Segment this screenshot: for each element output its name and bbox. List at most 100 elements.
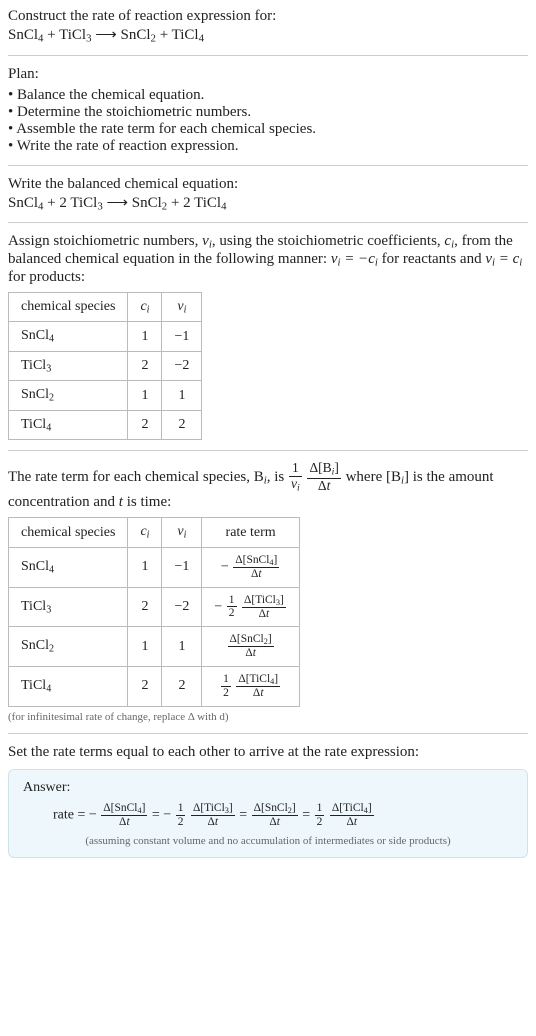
col-c: ci: [128, 518, 162, 548]
intro-block: Construct the rate of reaction expressio…: [8, 8, 528, 45]
cell-species: SnCl2: [9, 381, 128, 411]
frac-num: Δ[TiCl4]: [330, 802, 374, 816]
equals: =: [239, 807, 250, 822]
cell-c: 1: [128, 381, 162, 411]
nu-symbol: νi: [202, 233, 212, 249]
sign: −: [214, 599, 222, 614]
cell-rate: − 1 2 Δ[TiCl3] Δt: [202, 587, 299, 627]
balanced-heading: Write the balanced chemical equation:: [8, 176, 528, 193]
frac-den: Δt: [252, 816, 298, 829]
frac-num: Δ[Bi]: [307, 461, 340, 479]
cell-species: TiCl3: [9, 351, 128, 381]
frac-den: 2: [227, 607, 237, 620]
relation-reactants: νi = −ci: [331, 251, 378, 267]
frac-den: Δt: [233, 568, 279, 581]
cell-c: 2: [128, 351, 162, 381]
cell-rate: − Δ[SnCl4] Δt: [202, 547, 299, 587]
col-rate: rate term: [202, 518, 299, 548]
frac-den: Δt: [307, 479, 340, 494]
bracket-b: [Bi]: [386, 469, 409, 485]
final-heading: Set the rate terms equal to each other t…: [8, 744, 528, 761]
col-nu: νi: [162, 292, 202, 322]
cell-c: 1: [128, 627, 162, 667]
plan-item: Balance the chemical equation.: [8, 87, 528, 104]
coef-frac: 1 2: [176, 802, 186, 828]
col-species: chemical species: [9, 518, 128, 548]
cell-species: TiCl3: [9, 587, 128, 627]
text: where: [346, 469, 386, 485]
delta-frac: Δ[TiCl3] Δt: [191, 802, 235, 829]
coef-frac: 1 νi: [289, 461, 302, 494]
equals: =: [152, 807, 163, 822]
table-row: TiCl3 2 −2 − 1 2 Δ[TiCl3] Δt: [9, 587, 300, 627]
stoich-block: Assign stoichiometric numbers, νi, using…: [8, 233, 528, 440]
stoich-table: chemical species ci νi SnCl4 1 −1 TiCl3 …: [8, 292, 202, 441]
relation-products: νi = ci: [485, 251, 522, 267]
divider: [8, 165, 528, 166]
frac-den: Δt: [236, 687, 280, 700]
delta-frac: Δ[SnCl2] Δt: [252, 802, 298, 829]
table-row: SnCl2 1 1: [9, 381, 202, 411]
equals: =: [302, 807, 313, 822]
intro-equation: SnCl4 + TiCl3 ⟶ SnCl2 + TiCl4: [8, 25, 528, 45]
balanced-equation: SnCl4 + 2 TiCl3 ⟶ SnCl2 + 2 TiCl4: [8, 193, 528, 213]
plan-item: Assemble the rate term for each chemical…: [8, 121, 528, 138]
delta-frac: Δ[TiCl3] Δt: [242, 594, 286, 621]
delta-frac: Δ[TiCl4] Δt: [330, 802, 374, 829]
rate-term-heading: The rate term for each chemical species,…: [8, 461, 528, 511]
sign: −: [221, 559, 229, 574]
frac-num: Δ[SnCl2]: [252, 802, 298, 816]
rate-term-note: (for infinitesimal rate of change, repla…: [8, 711, 528, 723]
cell-nu: 1: [162, 627, 202, 667]
plan-item: Determine the stoichiometric numbers.: [8, 104, 528, 121]
frac-num: 1: [221, 673, 231, 687]
table-row: TiCl4 2 2: [9, 410, 202, 440]
text: , using the stoichiometric coefficients,: [212, 233, 445, 249]
frac-num: 1: [289, 461, 302, 477]
frac-num: Δ[TiCl4]: [236, 673, 280, 687]
b-symbol: Bi: [254, 469, 267, 485]
frac-den: Δt: [101, 816, 147, 829]
cell-species: SnCl4: [9, 547, 128, 587]
cell-c: 1: [128, 547, 162, 587]
divider: [8, 733, 528, 734]
final-block: Set the rate terms equal to each other t…: [8, 744, 528, 761]
rate-term-table: chemical species ci νi rate term SnCl4 1…: [8, 517, 300, 707]
coef-frac: 1 2: [315, 802, 325, 828]
divider: [8, 55, 528, 56]
divider: [8, 222, 528, 223]
frac-den: Δt: [330, 816, 374, 829]
intro-title: Construct the rate of reaction expressio…: [8, 8, 528, 25]
col-species: chemical species: [9, 292, 128, 322]
col-nu: νi: [162, 518, 202, 548]
sign: −: [89, 807, 97, 822]
table-row: TiCl3 2 −2: [9, 351, 202, 381]
rate-lead: rate =: [53, 807, 89, 822]
balanced-block: Write the balanced chemical equation: Sn…: [8, 176, 528, 213]
frac-num: 1: [176, 802, 186, 816]
frac-num: Δ[TiCl3]: [242, 594, 286, 608]
cell-species: TiCl4: [9, 667, 128, 707]
table-row: SnCl2 1 1 Δ[SnCl2] Δt: [9, 627, 300, 667]
c-symbol: ci: [444, 233, 454, 249]
cell-nu: −2: [162, 351, 202, 381]
table-header-row: chemical species ci νi: [9, 292, 202, 322]
cell-species: SnCl4: [9, 322, 128, 352]
table-row: TiCl4 2 2 1 2 Δ[TiCl4] Δt: [9, 667, 300, 707]
cell-nu: −1: [162, 322, 202, 352]
frac-num: Δ[TiCl3]: [191, 802, 235, 816]
answer-label: Answer:: [23, 780, 513, 796]
delta-frac: Δ[SnCl4] Δt: [101, 802, 147, 829]
answer-box: Answer: rate = − Δ[SnCl4] Δt = − 1 2 Δ[T…: [8, 769, 528, 858]
frac-num: 1: [227, 594, 237, 608]
cell-nu: 2: [162, 410, 202, 440]
frac-den: Δt: [228, 647, 274, 660]
answer-expression: rate = − Δ[SnCl4] Δt = − 1 2 Δ[TiCl3] Δt…: [53, 802, 513, 829]
delta-frac: Δ[SnCl2] Δt: [228, 633, 274, 660]
text: The rate term for each chemical species,: [8, 469, 254, 485]
col-c: ci: [128, 292, 162, 322]
table-row: SnCl4 1 −1 − Δ[SnCl4] Δt: [9, 547, 300, 587]
plan-list: Balance the chemical equation. Determine…: [8, 87, 528, 155]
frac-den: 2: [221, 687, 231, 700]
table-header-row: chemical species ci νi rate term: [9, 518, 300, 548]
